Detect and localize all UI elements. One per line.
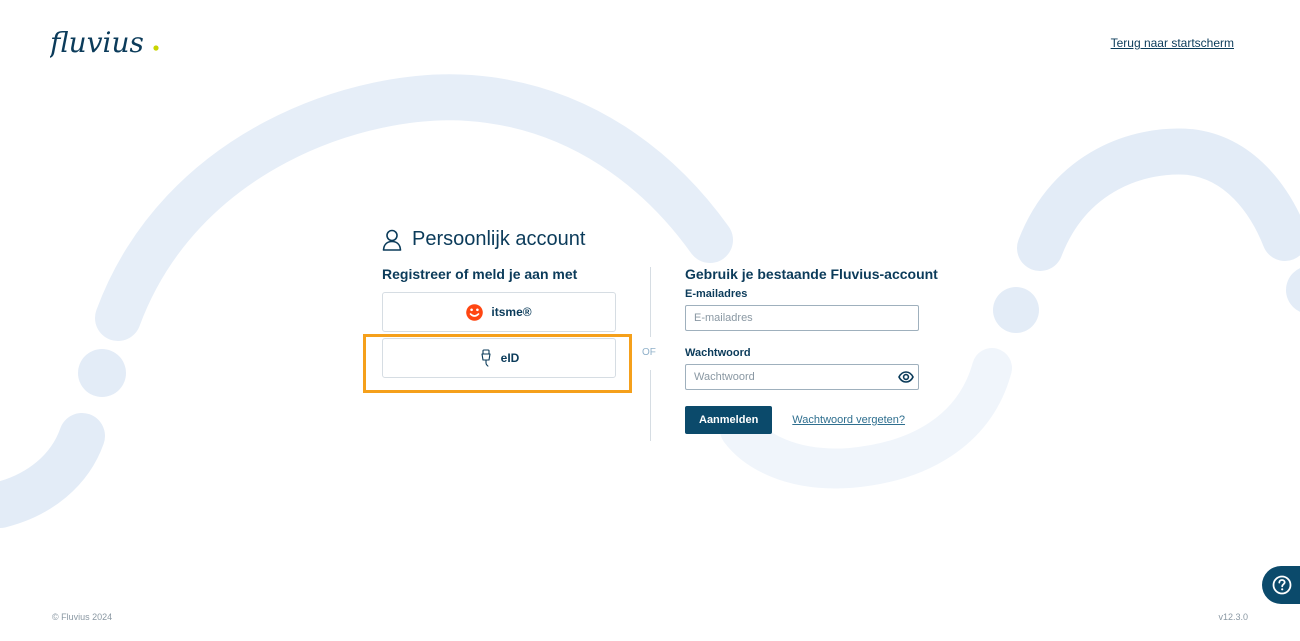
logo-wordmark: fluvius bbox=[50, 26, 144, 59]
forgot-password-link[interactable]: Wachtwoord vergeten? bbox=[792, 414, 905, 426]
logo-dot bbox=[153, 45, 159, 51]
register-section: Registreer of meld je aan met itsme® eID bbox=[382, 266, 616, 384]
divider-bottom bbox=[650, 370, 651, 441]
user-icon bbox=[382, 229, 402, 251]
login-button[interactable]: Aanmelden bbox=[685, 406, 773, 434]
register-title: Registreer of meld je aan met bbox=[382, 266, 578, 282]
eid-label: eID bbox=[500, 351, 520, 365]
back-to-start-link[interactable]: Terug naar startscherm bbox=[1111, 36, 1234, 50]
eid-button[interactable]: eID bbox=[382, 338, 616, 378]
email-label: E-mailadres bbox=[685, 288, 748, 300]
fluvius-logo[interactable]: fluvius bbox=[50, 22, 170, 64]
eye-icon[interactable] bbox=[898, 369, 914, 385]
itsme-label: itsme® bbox=[491, 305, 532, 319]
password-field[interactable] bbox=[685, 364, 919, 390]
copyright-text: © Fluvius 2024 bbox=[52, 612, 113, 622]
version-text: v12.3.0 bbox=[1218, 612, 1248, 622]
login-title: Gebruik je bestaande Fluvius-account bbox=[685, 266, 938, 282]
help-button[interactable] bbox=[1262, 566, 1300, 604]
question-icon bbox=[1272, 575, 1292, 595]
divider-top bbox=[650, 267, 651, 337]
password-field-wrapper bbox=[685, 364, 919, 390]
or-separator: OF bbox=[642, 347, 656, 358]
password-label: Wachtwoord bbox=[685, 347, 751, 359]
login-actions: Aanmelden Wachtwoord vergeten? bbox=[685, 406, 919, 434]
account-header: Persoonlijk account bbox=[382, 228, 585, 251]
itsme-button[interactable]: itsme® bbox=[382, 292, 616, 332]
page-title: Persoonlijk account bbox=[412, 228, 586, 250]
email-field-wrapper bbox=[685, 305, 919, 331]
login-section: Gebruik je bestaande Fluvius-account E-m… bbox=[685, 266, 938, 434]
login-page: fluvius Terug naar startscherm Persoonli… bbox=[0, 0, 1300, 641]
itsme-icon bbox=[466, 303, 484, 321]
eid-card-reader-icon bbox=[481, 349, 491, 367]
email-field[interactable] bbox=[685, 305, 919, 331]
